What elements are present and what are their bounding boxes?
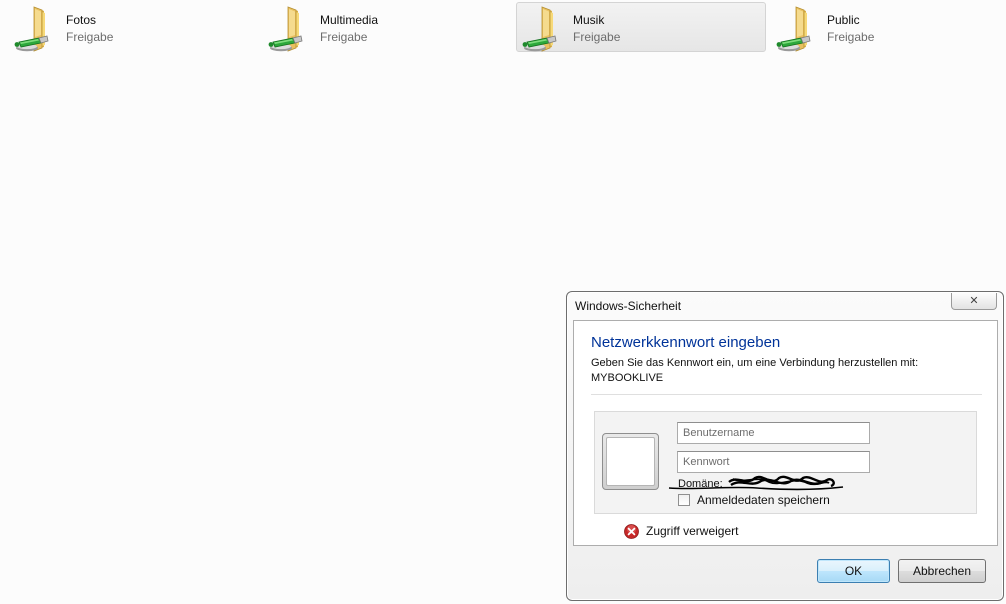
- dialog-content: Netzwerkkennwort eingeben Geben Sie das …: [573, 320, 998, 546]
- remember-credentials-checkbox[interactable]: [678, 494, 690, 506]
- share-type: Freigabe: [827, 30, 875, 44]
- network-share-folder-icon: [13, 5, 59, 53]
- dialog-description: Geben Sie das Kennwort ein, um eine Verb…: [591, 356, 991, 386]
- network-share-folder-icon: [267, 5, 313, 53]
- description-text: Geben Sie das Kennwort ein, um eine Verb…: [591, 357, 919, 369]
- cancel-button[interactable]: Abbrechen: [898, 559, 986, 583]
- dialog-title: Windows-Sicherheit: [575, 299, 682, 313]
- network-share-folder-icon: [521, 5, 567, 53]
- network-share-folder-icon: [775, 5, 821, 53]
- error-icon: [624, 524, 639, 539]
- share-name: Musik: [573, 13, 605, 27]
- user-tile-picture: [602, 433, 659, 490]
- remember-credentials-label[interactable]: Anmeldedaten speichern: [697, 493, 830, 507]
- redaction-scribble: [668, 475, 844, 491]
- share-tile-public[interactable]: Public Freigabe: [764, 2, 1004, 52]
- divider: [591, 394, 982, 395]
- close-button[interactable]: ✕: [951, 293, 997, 310]
- ok-button[interactable]: OK: [817, 559, 890, 583]
- share-tile-musik[interactable]: Musik Freigabe: [516, 2, 766, 52]
- share-name: Public: [827, 13, 860, 27]
- error-message: Zugriff verweigert: [646, 524, 739, 538]
- share-name: Fotos: [66, 13, 97, 27]
- credential-tile: Domäne: Anmeldedaten speichern: [594, 411, 977, 514]
- server-name: MYBOOKLIVE: [591, 372, 664, 384]
- username-field[interactable]: [677, 422, 870, 444]
- share-tile-multimedia[interactable]: Multimedia Freigabe: [256, 2, 504, 52]
- share-name: Multimedia: [320, 13, 379, 27]
- share-tile-fotos[interactable]: Fotos Freigabe: [2, 2, 250, 52]
- share-type: Freigabe: [66, 30, 114, 44]
- password-field[interactable]: [677, 451, 870, 473]
- windows-security-dialog: Windows-Sicherheit ✕ Netzwerkkennwort ei…: [566, 291, 1004, 601]
- user-tile-frame: [606, 437, 655, 486]
- close-icon: ✕: [969, 295, 979, 307]
- dialog-heading: Netzwerkkennwort eingeben: [591, 334, 781, 351]
- share-type: Freigabe: [573, 30, 621, 44]
- share-type: Freigabe: [320, 30, 368, 44]
